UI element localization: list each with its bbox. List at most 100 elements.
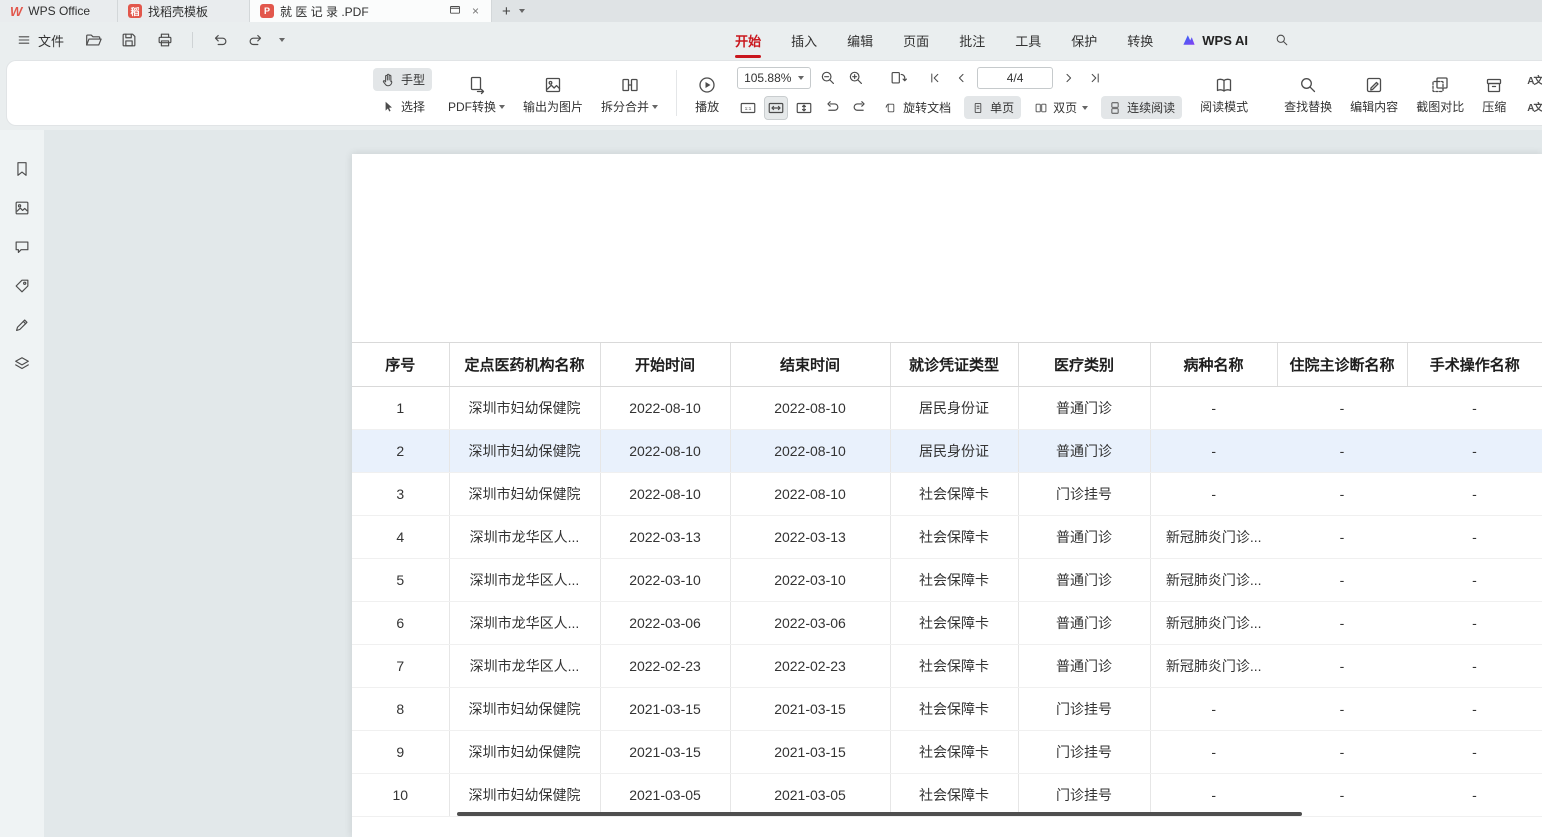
- select-tool-button[interactable]: 选择: [373, 95, 432, 118]
- menu-item-6[interactable]: 保护: [1069, 22, 1099, 59]
- menu-item-7[interactable]: 转换: [1125, 22, 1155, 59]
- table-cell: 社会保障卡: [890, 473, 1018, 516]
- prev-page-button[interactable]: [951, 68, 971, 88]
- edit-content-button[interactable]: 编辑内容: [1342, 69, 1406, 117]
- rotate-doc-button[interactable]: 旋转文档: [877, 96, 958, 119]
- fit-page-icon: [795, 99, 813, 117]
- open-file-button[interactable]: [80, 28, 106, 52]
- thumbnails-icon[interactable]: [13, 199, 31, 217]
- table-row: 3深圳市妇幼保健院2022-08-102022-08-10社会保障卡门诊挂号--…: [352, 473, 1542, 516]
- zoom-out-button[interactable]: [817, 67, 839, 89]
- read-mode-button[interactable]: 阅读模式: [1192, 69, 1256, 117]
- table-row: 5深圳市龙华区人...2022-03-102022-03-10社会保障卡普通门诊…: [352, 559, 1542, 602]
- table-row: 6深圳市龙华区人...2022-03-062022-03-06社会保障卡普通门诊…: [352, 602, 1542, 645]
- table-cell: -: [1407, 387, 1542, 430]
- page-jump-button[interactable]: [887, 67, 909, 89]
- column-header: 定点医药机构名称: [449, 343, 600, 387]
- new-tab-button[interactable]: +: [502, 3, 511, 20]
- hand-tool-button[interactable]: 手型: [373, 68, 432, 91]
- attachments-icon[interactable]: [13, 277, 31, 295]
- next-page-icon: [1061, 70, 1077, 86]
- word-translation-button[interactable]: A文 划词翻译: [1520, 95, 1542, 118]
- table-cell: 社会保障卡: [890, 516, 1018, 559]
- split-merge-button[interactable]: 拆分合并: [593, 69, 666, 117]
- full-translation-button[interactable]: A文 全文翻译: [1520, 68, 1542, 91]
- find-replace-button[interactable]: 查找替换: [1276, 69, 1340, 117]
- table-cell: 居民身份证: [890, 387, 1018, 430]
- page-number-input[interactable]: [977, 67, 1053, 89]
- detach-window-icon[interactable]: [446, 3, 464, 20]
- redo-button[interactable]: [243, 28, 269, 52]
- zoom-select[interactable]: 105.88%: [737, 67, 811, 89]
- continuous-read-button[interactable]: 连续阅读: [1101, 96, 1182, 119]
- next-page-button[interactable]: [1059, 68, 1079, 88]
- print-button[interactable]: [152, 28, 178, 52]
- comments-icon[interactable]: [13, 238, 31, 256]
- menu-item-4[interactable]: 批注: [957, 22, 987, 59]
- menu-item-3[interactable]: 页面: [901, 22, 931, 59]
- menu-item-5[interactable]: 工具: [1013, 22, 1043, 59]
- medical-records-table: 序号定点医药机构名称开始时间结束时间就诊凭证类型医疗类别病种名称住院主诊断名称手…: [352, 342, 1542, 817]
- table-body: 1深圳市妇幼保健院2022-08-102022-08-10居民身份证普通门诊--…: [352, 387, 1542, 817]
- tab-list-chevron-icon[interactable]: [519, 9, 525, 13]
- hand-icon: [380, 72, 396, 88]
- split-merge-chevron-icon: [652, 105, 658, 109]
- double-page-button[interactable]: 双页: [1027, 96, 1095, 119]
- table-header-row: 序号定点医药机构名称开始时间结束时间就诊凭证类型医疗类别病种名称住院主诊断名称手…: [352, 343, 1542, 387]
- menu-item-2[interactable]: 编辑: [845, 22, 875, 59]
- table-cell: 普通门诊: [1018, 559, 1150, 602]
- rotate-right-button[interactable]: [849, 97, 871, 119]
- first-page-button[interactable]: [925, 68, 945, 88]
- save-button[interactable]: [116, 28, 142, 52]
- table-cell: 社会保障卡: [890, 559, 1018, 602]
- wps-logo-icon: W: [10, 4, 22, 19]
- bookmarks-icon[interactable]: [13, 160, 31, 178]
- zoom-out-icon: [819, 69, 837, 87]
- toolbar-separator: [676, 70, 677, 116]
- rotate-left-button[interactable]: [821, 97, 843, 119]
- screenshot-compare-button[interactable]: 截图对比: [1408, 69, 1472, 117]
- search-icon[interactable]: [1274, 32, 1290, 48]
- table-cell: 深圳市龙华区人...: [449, 602, 600, 645]
- file-menu-button[interactable]: 文件: [10, 27, 70, 54]
- undo-history-chevron-icon[interactable]: [279, 38, 285, 42]
- table-cell: 2022-08-10: [730, 387, 890, 430]
- pdf-convert-button[interactable]: PDF转换: [440, 69, 513, 117]
- compress-button[interactable]: 压缩: [1474, 69, 1514, 117]
- continuous-read-label: 连续阅读: [1127, 99, 1175, 116]
- fit-page-button[interactable]: [793, 97, 815, 119]
- wps-ai-icon: [1181, 32, 1197, 48]
- table-row: 10深圳市妇幼保健院2021-03-052021-03-05社会保障卡门诊挂号-…: [352, 774, 1542, 817]
- pdf-page: 序号定点医药机构名称开始时间结束时间就诊凭证类型医疗类别病种名称住院主诊断名称手…: [352, 154, 1542, 837]
- table-cell: -: [1150, 387, 1277, 430]
- export-image-button[interactable]: 输出为图片: [515, 69, 591, 117]
- last-page-button[interactable]: [1085, 68, 1105, 88]
- table-cell: -: [1277, 473, 1407, 516]
- close-tab-icon[interactable]: ×: [470, 4, 481, 18]
- wps-ai-button[interactable]: WPS AI: [1181, 32, 1248, 48]
- book-icon: [1214, 75, 1234, 95]
- zoom-in-button[interactable]: [845, 67, 867, 89]
- tab-document[interactable]: P 就 医 记 录 .PDF ×: [250, 0, 492, 22]
- fit-width-button[interactable]: [765, 97, 787, 119]
- layers-icon[interactable]: [13, 355, 31, 373]
- menu-item-1[interactable]: 插入: [789, 22, 819, 59]
- export-image-label: 输出为图片: [523, 98, 583, 115]
- signature-icon[interactable]: [13, 316, 31, 334]
- pdf-convert-label: PDF转换: [448, 98, 496, 115]
- table-row: 1深圳市妇幼保健院2022-08-102022-08-10居民身份证普通门诊--…: [352, 387, 1542, 430]
- split-merge-label: 拆分合并: [601, 98, 649, 115]
- table-cell: 2021-03-15: [600, 688, 730, 731]
- play-button[interactable]: 播放: [687, 69, 727, 117]
- document-area[interactable]: 序号定点医药机构名称开始时间结束时间就诊凭证类型医疗类别病种名称住院主诊断名称手…: [44, 130, 1542, 837]
- menu-item-0[interactable]: 开始: [733, 22, 763, 59]
- undo-button[interactable]: [207, 28, 233, 52]
- screenshot-compare-label: 截图对比: [1416, 98, 1464, 115]
- docer-icon: 稻: [128, 4, 142, 18]
- tab-wps-home[interactable]: W WPS Office: [0, 0, 118, 22]
- actual-size-button[interactable]: 1:1: [737, 97, 759, 119]
- table-cell: 社会保障卡: [890, 774, 1018, 817]
- zoom-in-icon: [847, 69, 865, 87]
- tab-docer-templates[interactable]: 稻 找稻壳模板: [118, 0, 250, 22]
- single-page-button[interactable]: 单页: [964, 96, 1021, 119]
